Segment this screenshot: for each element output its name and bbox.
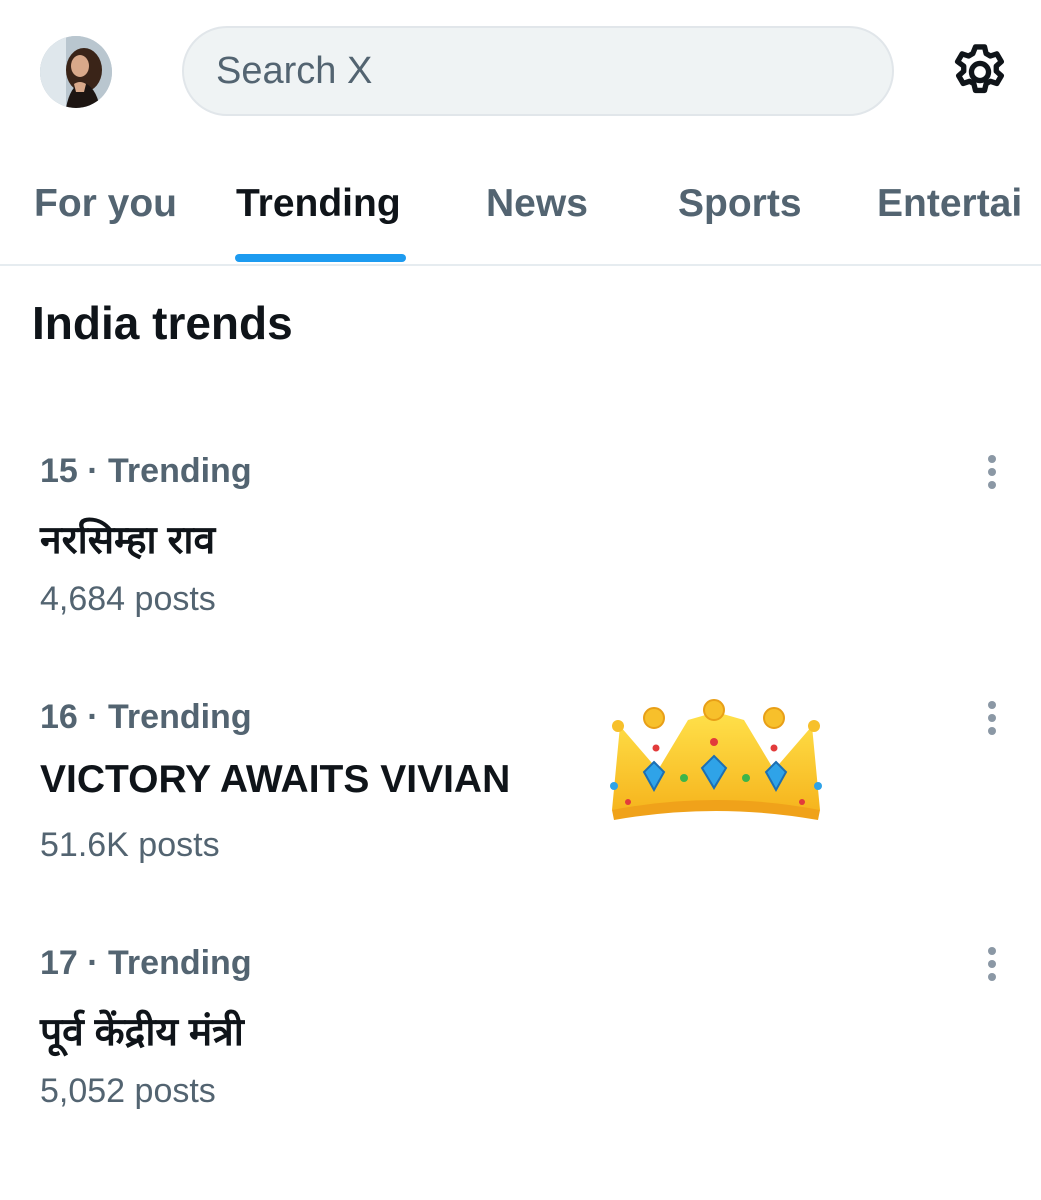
trend-item[interactable]: 16 · Trending VICTORY AWAITS VIVIAN 51.6… — [0, 698, 1041, 898]
more-vertical-icon[interactable] — [976, 452, 1008, 492]
trend-post-count: 5,052 posts — [40, 1072, 216, 1110]
trend-name: नरसिम्हा राव — [40, 519, 216, 562]
tab-entertainment[interactable]: Entertai — [877, 182, 1022, 226]
tab-sports[interactable]: Sports — [678, 182, 802, 226]
trend-post-count: 4,684 posts — [40, 580, 216, 618]
trend-meta: 17 · Trending — [40, 944, 252, 982]
more-vertical-icon[interactable] — [976, 944, 1008, 984]
gear-icon[interactable] — [948, 40, 1012, 104]
avatar[interactable] — [40, 36, 112, 108]
trend-item[interactable]: 17 · Trending पूर्व केंद्रीय मंत्री 5,05… — [0, 944, 1041, 1144]
trend-post-count: 51.6K posts — [40, 826, 220, 864]
trend-meta: 15 · Trending — [40, 452, 252, 490]
crown-emoji — [606, 698, 826, 828]
top-bar: Search X — [0, 0, 1041, 140]
trend-name: VICTORY AWAITS VIVIAN — [40, 758, 511, 801]
trend-name: पूर्व केंद्रीय मंत्री — [40, 1011, 244, 1054]
tab-for-you[interactable]: For you — [34, 182, 177, 226]
active-tab-indicator — [235, 254, 406, 262]
search-input[interactable]: Search X — [182, 26, 894, 116]
search-placeholder: Search X — [216, 49, 373, 92]
trend-item[interactable]: 15 · Trending नरसिम्हा राव 4,684 posts — [0, 452, 1041, 652]
more-vertical-icon[interactable] — [976, 698, 1008, 738]
tab-trending[interactable]: Trending — [236, 182, 401, 226]
explore-tabs: For you Trending News Sports Entertai — [0, 160, 1041, 266]
trend-meta: 16 · Trending — [40, 698, 252, 736]
avatar-image — [40, 36, 112, 108]
tab-news[interactable]: News — [486, 182, 588, 226]
section-title: India trends — [32, 297, 293, 349]
